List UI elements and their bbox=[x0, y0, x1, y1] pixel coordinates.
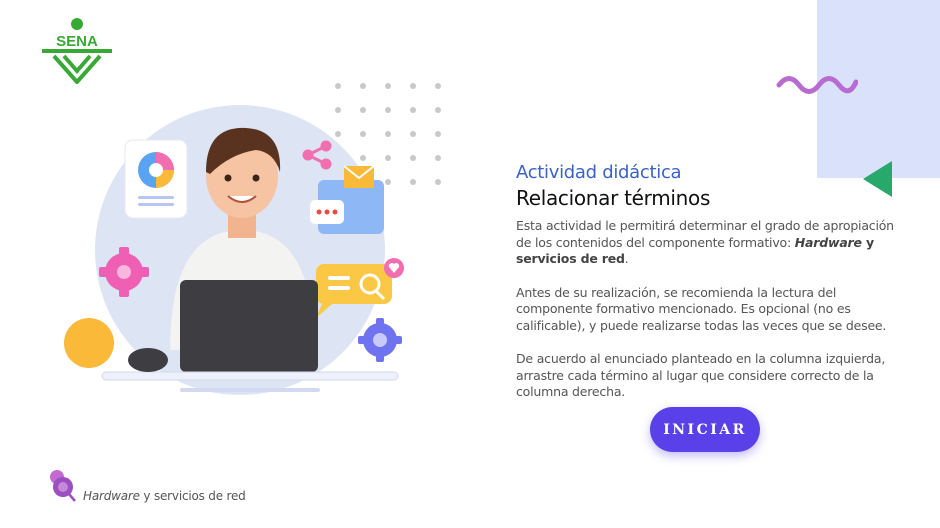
footer-topic-italic: Hardware bbox=[83, 489, 140, 503]
activity-instructions: De acuerdo al enunciado planteado en la … bbox=[516, 351, 886, 399]
sena-logo: SENA bbox=[42, 18, 112, 86]
student-laptop-illustration bbox=[95, 105, 404, 395]
pin-icon bbox=[50, 470, 76, 502]
footer-topic: Hardware y servicios de red bbox=[83, 489, 246, 503]
svg-text:SENA: SENA bbox=[56, 33, 98, 50]
wave-decoration-icon bbox=[776, 76, 858, 94]
activity-content: Actividad didáctica Relacionar términos … bbox=[516, 162, 896, 418]
activity-recommendation: Antes de su realización, se recomienda l… bbox=[516, 284, 887, 333]
start-button[interactable]: INICIAR bbox=[650, 407, 760, 452]
activity-title: Relacionar términos bbox=[516, 186, 711, 210]
activity-type-label: Actividad didáctica bbox=[516, 162, 682, 183]
activity-intro: Esta actividad le permitirá determinar e… bbox=[516, 218, 896, 268]
sena-logo-icon: SENA bbox=[42, 18, 112, 86]
yellow-circle-decoration bbox=[64, 318, 114, 368]
intro-topic-italic: Hardware bbox=[794, 234, 862, 250]
intro-end: . bbox=[624, 251, 629, 266]
footer-topic-rest: y servicios de red bbox=[139, 489, 246, 503]
